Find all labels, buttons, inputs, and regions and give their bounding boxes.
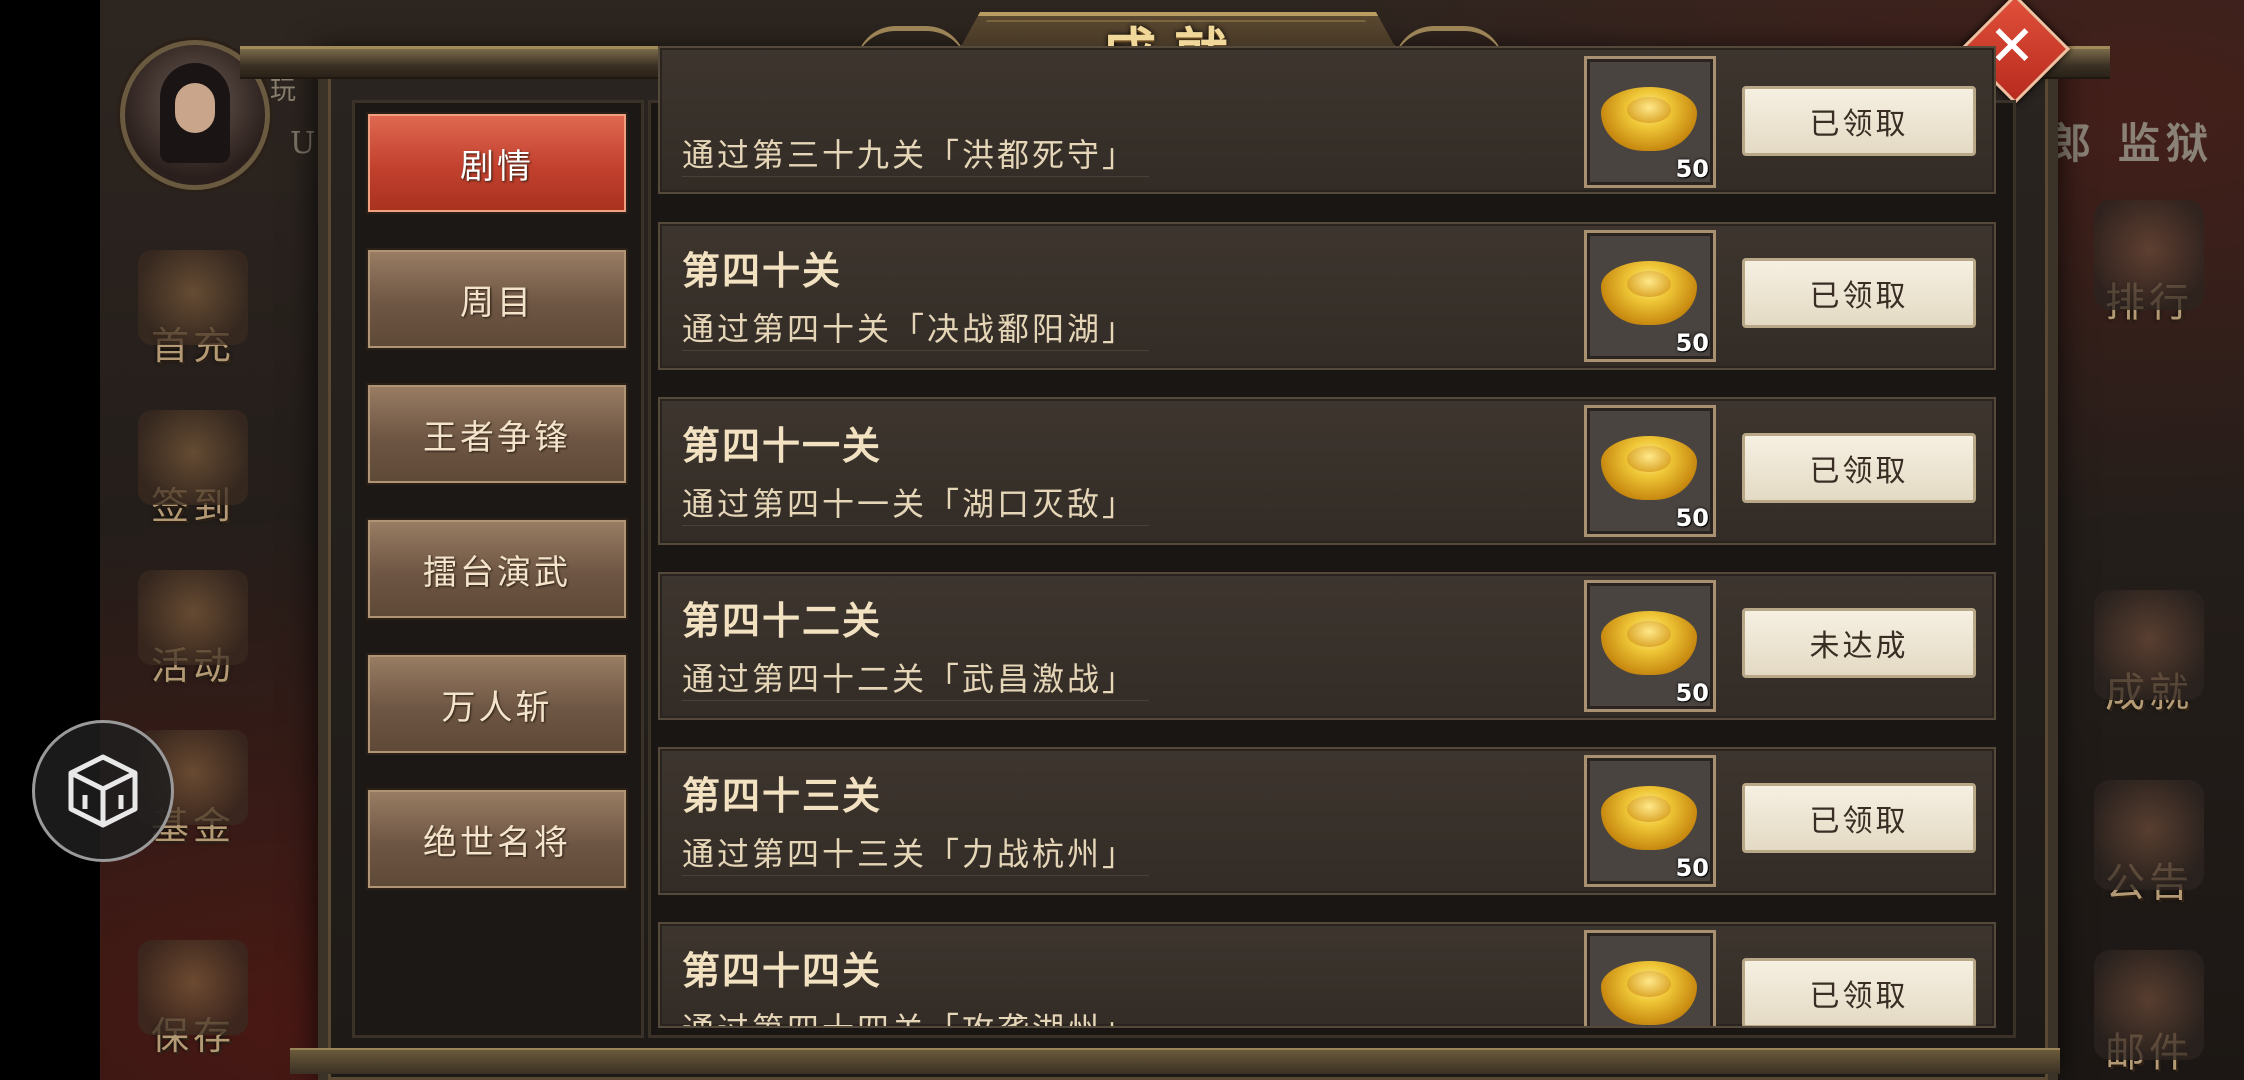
player-uid: U [290,126,316,161]
gold-ingot-icon [1601,261,1697,325]
reward-count: 50 [1675,679,1709,707]
dialog-bottom-border [290,1048,2060,1074]
gold-ingot-icon [1601,87,1697,151]
achievement-description: 通过第四十四关「攻袭湖州」 [682,1004,1149,1026]
achievement-icon [2094,590,2204,700]
achievement-title: 第四十四关 [682,948,883,993]
side-item-mail[interactable]: 邮件 [2074,950,2224,1078]
achievement-title: 第四十二关 [682,598,883,643]
tab-arena[interactable]: 擂台演武 [366,518,628,620]
achievement-title: 第四十关 [682,248,843,293]
achievement-title: 第四十一关 [682,423,883,468]
gold-ingot-icon [1601,611,1697,675]
claim-status-button[interactable]: 已领取 [1742,783,1976,853]
reward-slot[interactable]: 50 [1584,56,1716,188]
achievement-row: 第四十四关 通过第四十四关「攻袭湖州」 50 已领取 [658,922,1996,1028]
achievement-description: 通过第四十二关「武昌激战」 [682,654,1150,701]
claim-status-button[interactable]: 已领取 [1742,433,1976,503]
achievement-row: 第四十一关 通过第四十一关「湖口灭敌」 50 已领取 [658,397,1996,545]
claim-status-button[interactable]: 已领取 [1742,958,1976,1026]
save-icon [138,940,248,1035]
side-item-save[interactable]: 保存 [118,940,268,1060]
achievement-title: 第四十三关 [682,773,883,818]
claim-status-button[interactable]: 已领取 [1742,86,1976,156]
side-item-achievement[interactable]: 成就 [2074,590,2224,718]
gold-ingot-icon [1601,786,1697,850]
prison-label[interactable]: 郎 监狱 [2049,110,2214,171]
tab-king-contest[interactable]: 王者争锋 [366,383,628,485]
floating-assistant-button[interactable] [32,720,174,862]
achievement-row: 通过第三十九关「洪都死守」 50 已领取 [658,46,1996,194]
claim-status-button[interactable]: 未达成 [1742,608,1976,678]
achievement-row: 第四十二关 通过第四十二关「武昌激战」 50 未达成 [658,572,1996,720]
ranking-icon [2094,200,2204,310]
claim-status-button[interactable]: 已领取 [1742,258,1976,328]
reward-count: 50 [1675,155,1709,183]
achievement-description: 通过第四十一关「湖口灭敌」 [682,479,1150,526]
achievement-row: 第四十三关 通过第四十三关「力战杭州」 50 已领取 [658,747,1996,895]
mail-icon [2094,950,2204,1060]
side-item-ranking[interactable]: 排行 [2074,200,2224,328]
side-item-activity[interactable]: 活动 [118,570,268,690]
tab-thousand-slayer[interactable]: 万人斩 [366,653,628,755]
side-item-notice[interactable]: 公告 [2074,780,2224,908]
achievement-description: 通过第四十关「决战鄱阳湖」 [682,304,1150,351]
tab-story[interactable]: 剧情 [366,112,628,214]
activity-icon [138,570,248,665]
reward-count: 50 [1675,329,1709,357]
achievement-description: 通过第四十三关「力战杭州」 [682,829,1150,876]
reward-count: 50 [1675,504,1709,532]
side-item-sign-in[interactable]: 签到 [118,410,268,530]
tab-legendary-generals[interactable]: 绝世名将 [366,788,628,890]
gold-ingot-icon [1601,436,1697,500]
reward-slot[interactable]: 50 [1584,580,1716,712]
reward-slot[interactable]: 50 [1584,230,1716,362]
gold-ingot-icon [1601,961,1697,1025]
notice-icon [2094,780,2204,890]
side-item-first-recharge[interactable]: 首充 [118,250,268,370]
cube-icon [68,754,138,828]
reward-slot[interactable]: 50 [1584,405,1716,537]
first-recharge-icon [138,250,248,345]
achievement-row: 第四十关 通过第四十关「决战鄱阳湖」 50 已领取 [658,222,1996,370]
sign-in-icon [138,410,248,505]
reward-count: 50 [1675,854,1709,882]
reward-slot[interactable]: 50 [1584,755,1716,887]
achievement-description: 通过第三十九关「洪都死守」 [682,130,1150,177]
left-black-strip [0,0,100,1080]
avatar-face [175,83,215,133]
tab-playthrough[interactable]: 周目 [366,248,628,350]
reward-slot[interactable]: 50 [1584,930,1716,1026]
